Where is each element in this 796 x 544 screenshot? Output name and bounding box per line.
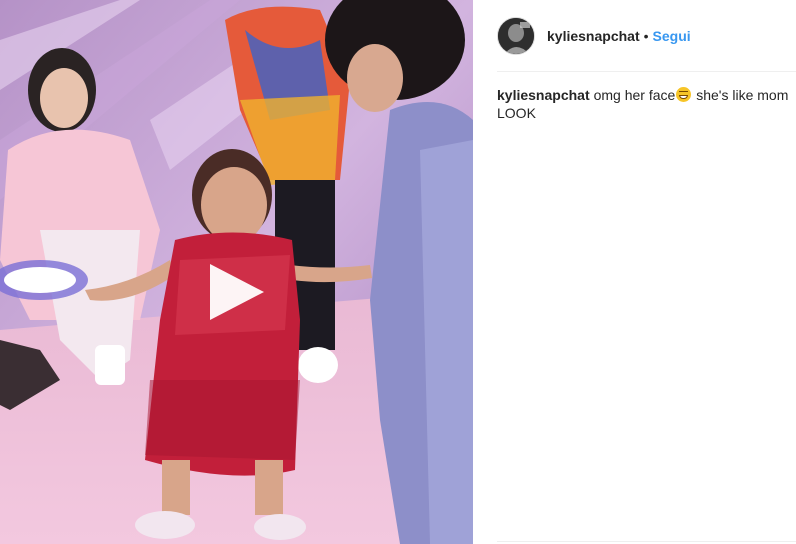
post-caption: kyliesnapchat omg her face she's like mom…	[497, 86, 789, 122]
username-link[interactable]: kyliesnapchat	[547, 28, 640, 44]
post-video[interactable]	[0, 0, 473, 544]
separator-dot: •	[643, 27, 649, 44]
post-sidebar: kyliesnapchat • Segui kyliesnapchat omg h…	[473, 0, 796, 544]
grinning-squinting-face-emoji-icon	[676, 87, 692, 102]
caption-text-start: omg her face	[593, 87, 676, 103]
play-button[interactable]	[204, 260, 268, 324]
caption-username[interactable]: kyliesnapchat	[497, 87, 590, 103]
avatar[interactable]	[497, 16, 535, 55]
avatar-image	[498, 17, 534, 54]
section-divider	[497, 541, 796, 542]
play-icon	[210, 264, 264, 320]
post-header: kyliesnapchat • Segui	[497, 0, 796, 72]
follow-button[interactable]: Segui	[653, 28, 691, 44]
